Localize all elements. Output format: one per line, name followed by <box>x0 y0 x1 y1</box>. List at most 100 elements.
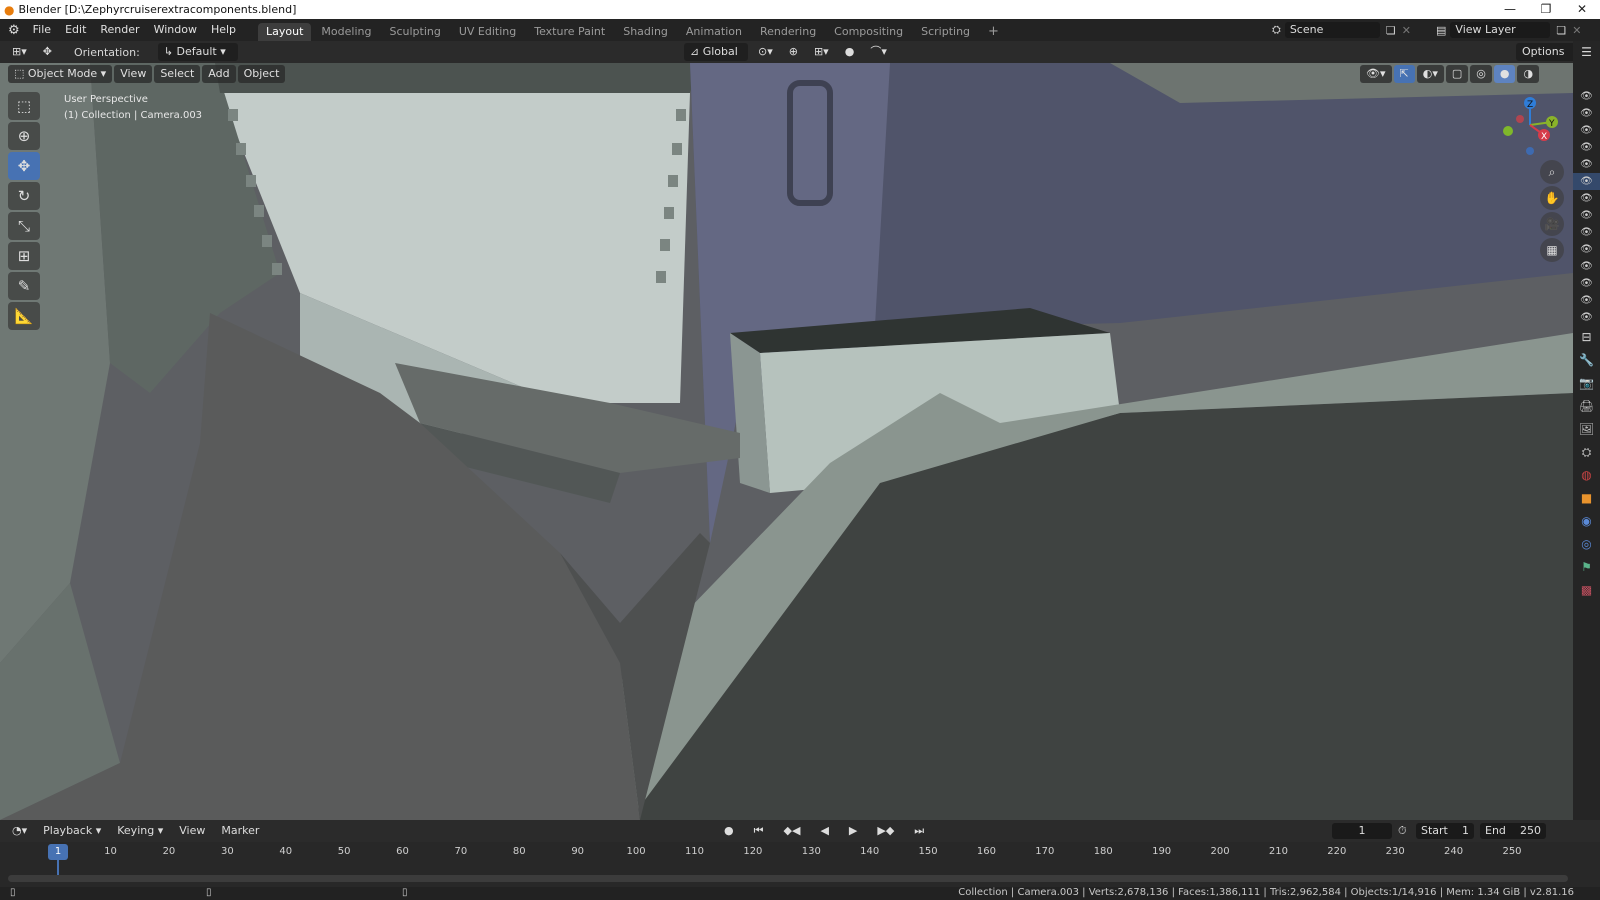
constraint-properties-icon[interactable]: ⚑ <box>1573 556 1600 579</box>
measure-icon[interactable]: 📐 <box>8 302 40 330</box>
visibility-eye-icon[interactable]: 👁 <box>1573 105 1600 122</box>
view-layer-properties-icon[interactable]: 🖼 <box>1573 418 1600 441</box>
timeline-menu-marker[interactable]: Marker <box>215 822 265 840</box>
visibility-eye-icon[interactable]: 👁 <box>1573 139 1600 156</box>
visibility-eye-icon[interactable]: 👁 <box>1573 309 1600 326</box>
cursor-icon[interactable]: ⊕ <box>8 122 40 150</box>
output-properties-icon[interactable]: 🖨 <box>1573 395 1600 418</box>
mode-dropdown[interactable]: ⬚ Object Mode ▾ <box>8 65 113 83</box>
jump-start-icon[interactable]: ⏮ <box>748 822 770 840</box>
menu-edit[interactable]: Edit <box>58 19 93 41</box>
visibility-eye-icon[interactable]: 👁 <box>1573 156 1600 173</box>
restore-icon[interactable]: ❐ <box>1528 0 1564 19</box>
next-keyframe-icon[interactable]: ▶◆ <box>871 822 900 840</box>
add-workspace-icon[interactable]: + <box>980 23 1007 41</box>
tab-animation[interactable]: Animation <box>678 23 750 41</box>
timeline-menu-view[interactable]: View <box>173 822 211 840</box>
prev-keyframe-icon[interactable]: ◆◀ <box>778 822 807 840</box>
shading-material-icon[interactable]: ◑ <box>1517 65 1540 83</box>
view-layer-field[interactable]: View Layer <box>1450 22 1551 38</box>
outliner-icon[interactable]: ☰ <box>1573 41 1600 64</box>
visibility-icon[interactable]: 👁▾ <box>1360 65 1392 83</box>
menu-window[interactable]: Window <box>147 19 204 41</box>
viewport-menu-select[interactable]: Select <box>154 65 201 83</box>
current-frame-field[interactable]: 1 <box>1332 823 1392 839</box>
annotate-icon[interactable]: ✎ <box>8 272 40 300</box>
navigation-gizmo[interactable]: Z Y X <box>1500 95 1560 155</box>
visibility-eye-icon[interactable]: 👁 <box>1573 122 1600 139</box>
transform-space-dropdown[interactable]: ⊿ Global ▾ <box>684 43 748 76</box>
scale-icon[interactable]: ⤡ <box>8 212 40 240</box>
visibility-eye-icon[interactable]: 👁 <box>1573 241 1600 258</box>
close-icon[interactable]: ✕ <box>1564 0 1600 19</box>
visibility-eye-icon[interactable]: 👁 <box>1573 292 1600 309</box>
overlay-toggle-icon[interactable]: ◐▾ <box>1416 65 1444 83</box>
new-view-layer-icon[interactable]: ❏ <box>1556 24 1566 37</box>
timeline-menu-keying[interactable]: Keying ▾ <box>111 822 169 840</box>
rotate-icon[interactable]: ↻ <box>8 182 40 210</box>
modifier-properties-icon[interactable]: ◉ <box>1573 510 1600 533</box>
snap-icon[interactable]: ⊕ <box>783 43 804 61</box>
scene-properties-icon[interactable]: ⛭ <box>1573 441 1600 464</box>
view-layer-icon[interactable]: ▤ <box>1436 24 1446 37</box>
visibility-eye-icon[interactable]: 👁 <box>1573 88 1600 105</box>
tab-shading[interactable]: Shading <box>615 23 676 41</box>
3d-viewport[interactable] <box>0 63 1573 820</box>
tab-layout[interactable]: Layout <box>258 23 312 41</box>
transform-icon[interactable]: ⊞ <box>8 242 40 270</box>
timeline-editor-type-icon[interactable]: ◔▾ <box>6 822 33 840</box>
object-properties-icon[interactable]: ■ <box>1573 487 1600 510</box>
tab-scripting[interactable]: Scripting <box>913 23 978 41</box>
timeline-area[interactable]: 10 20 30 40 50 60 70 80 90 100 110 120 130 140 150 160 1… <box>0 842 1600 887</box>
clock-icon[interactable]: ⏱ <box>1398 824 1407 838</box>
ortho-grid-icon[interactable]: ▦ <box>1540 238 1564 262</box>
visibility-eye-icon[interactable]: 👁 <box>1573 258 1600 275</box>
properties-editor-icon[interactable]: ⊟ <box>1573 326 1600 349</box>
timeline-scrollbar[interactable] <box>8 875 1568 882</box>
visibility-eye-icon[interactable]: 👁 <box>1573 190 1600 207</box>
play-reverse-icon[interactable]: ◀ <box>814 822 834 840</box>
move-tool-icon[interactable]: ✥ <box>37 43 58 61</box>
play-icon[interactable]: ▶ <box>843 822 863 840</box>
scene-icon[interactable]: ⛭ <box>1272 23 1281 37</box>
viewport-menu-view[interactable]: View <box>114 65 153 83</box>
viewport-menu-object[interactable]: Object <box>237 65 286 83</box>
visibility-eye-icon[interactable]: 👁 <box>1573 207 1600 224</box>
shading-solid-icon[interactable]: ● <box>1493 65 1516 83</box>
camera-view-icon[interactable]: 🎥 <box>1540 212 1564 236</box>
delete-view-layer-icon[interactable]: ✕ <box>1572 24 1581 37</box>
start-frame-field[interactable]: Start 1 <box>1416 823 1474 839</box>
render-properties-icon[interactable]: 📷 <box>1573 372 1600 395</box>
tab-modeling[interactable]: Modeling <box>313 23 379 41</box>
tab-uv-editing[interactable]: UV Editing <box>451 23 524 41</box>
tab-rendering[interactable]: Rendering <box>752 23 824 41</box>
tab-compositing[interactable]: Compositing <box>826 23 911 41</box>
xray-icon[interactable]: ▢ <box>1445 65 1469 83</box>
visibility-eye-icon[interactable]: 👁 <box>1573 224 1600 241</box>
tool-properties-icon[interactable]: 🔧 <box>1573 349 1600 372</box>
gizmo-toggle-icon[interactable]: ⇱ <box>1393 65 1415 83</box>
snap-target-icon[interactable]: ⊞▾ <box>808 43 835 61</box>
visibility-eye-icon[interactable]: 👁 <box>1573 275 1600 292</box>
options-dropdown[interactable]: Options ▾ <box>1516 43 1578 76</box>
scene-name-field[interactable]: Scene <box>1284 22 1380 38</box>
jump-end-icon[interactable]: ⏭ <box>908 822 930 840</box>
viewport-menu-add[interactable]: Add <box>202 65 236 83</box>
menu-help[interactable]: Help <box>204 19 243 41</box>
falloff-icon[interactable]: ⌒▾ <box>864 43 893 61</box>
proportional-edit-icon[interactable]: ● <box>839 43 861 61</box>
orientation-dropdown[interactable]: ↳ Default ▾ <box>157 43 238 61</box>
blender-menu-icon[interactable]: ⚙ <box>8 23 20 38</box>
record-icon[interactable]: ● <box>718 822 740 840</box>
editor-type-icon[interactable]: ⊞▾ <box>6 43 33 61</box>
data-properties-icon[interactable]: ▩ <box>1573 579 1600 602</box>
minimize-icon[interactable]: — <box>1492 0 1528 19</box>
menu-file[interactable]: File <box>26 19 58 41</box>
zoom-icon[interactable]: ⌕ <box>1540 160 1564 184</box>
select-box-icon[interactable]: ⬚ <box>8 92 40 120</box>
delete-scene-icon[interactable]: ✕ <box>1402 24 1411 37</box>
timeline-menu-playback[interactable]: Playback ▾ <box>37 822 107 840</box>
tab-sculpting[interactable]: Sculpting <box>381 23 448 41</box>
shading-wireframe-icon[interactable]: ◎ <box>1470 65 1492 83</box>
pan-hand-icon[interactable]: ✋ <box>1540 186 1564 210</box>
